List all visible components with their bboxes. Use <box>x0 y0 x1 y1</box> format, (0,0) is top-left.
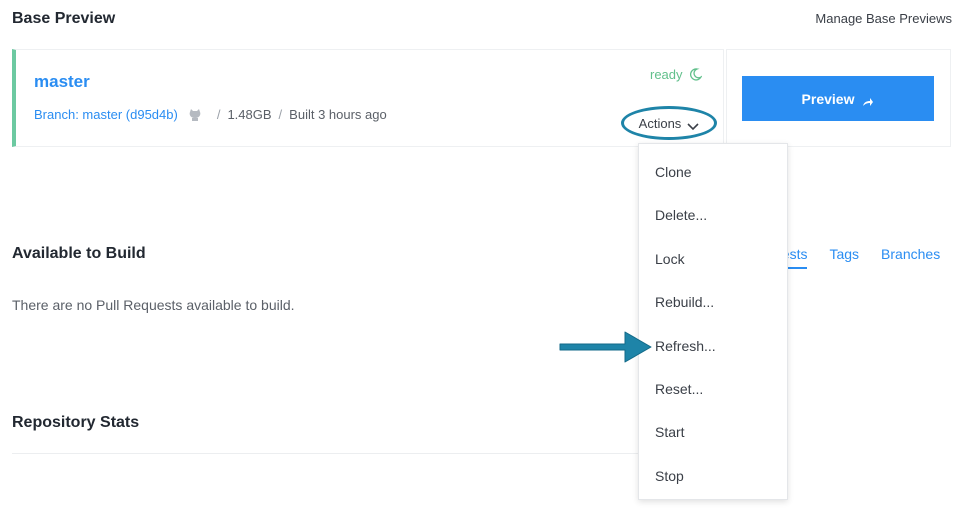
menu-item-rebuild[interactable]: Rebuild... <box>655 294 714 310</box>
branch-name[interactable]: master <box>34 72 90 92</box>
github-icon[interactable] <box>188 108 202 122</box>
menu-item-clone[interactable]: Clone <box>655 164 692 180</box>
preview-button[interactable]: Preview <box>742 76 934 121</box>
menu-item-refresh[interactable]: Refresh... <box>655 338 716 354</box>
menu-item-delete[interactable]: Delete... <box>655 207 707 223</box>
actions-label: Actions <box>638 115 682 131</box>
menu-item-stop[interactable]: Stop <box>655 468 684 484</box>
moon-icon <box>689 68 703 81</box>
empty-message: There are no Pull Requests available to … <box>12 297 295 313</box>
actions-menu: Clone Delete... Lock Rebuild... Refresh.… <box>638 143 788 500</box>
repository-stats-title: Repository Stats <box>12 414 140 431</box>
build-tabs: uests Tags Branches <box>774 246 940 269</box>
preview-label: Preview <box>801 90 855 107</box>
separator: / <box>216 107 221 122</box>
menu-item-start[interactable]: Start <box>655 424 685 440</box>
manage-base-previews-link[interactable]: Manage Base Previews <box>815 11 952 26</box>
chevron-down-icon <box>687 119 699 131</box>
available-to-build-title: Available to Build <box>12 245 146 262</box>
base-preview-card <box>12 49 724 147</box>
branch-link[interactable]: Branch: master <box>34 107 122 122</box>
status-text: ready <box>650 67 683 82</box>
menu-item-lock[interactable]: Lock <box>655 251 685 267</box>
commit-link[interactable]: (d95d4b) <box>126 107 178 122</box>
build-size: 1.48GB <box>227 107 272 122</box>
divider <box>12 453 652 454</box>
annotation-arrow-icon <box>559 331 652 363</box>
menu-item-reset[interactable]: Reset... <box>655 381 703 397</box>
separator: / <box>278 107 283 122</box>
tab-branches[interactable]: Branches <box>881 246 940 268</box>
tab-tags[interactable]: Tags <box>829 246 859 268</box>
page-title: Base Preview <box>12 10 116 27</box>
status-badge: ready <box>650 67 703 82</box>
share-arrow-icon <box>862 94 874 106</box>
preview-meta: Branch: master (d95d4b) / 1.48GB / Built… <box>34 107 387 122</box>
build-time: Built 3 hours ago <box>289 107 387 122</box>
actions-dropdown-button[interactable]: Actions <box>621 106 717 140</box>
